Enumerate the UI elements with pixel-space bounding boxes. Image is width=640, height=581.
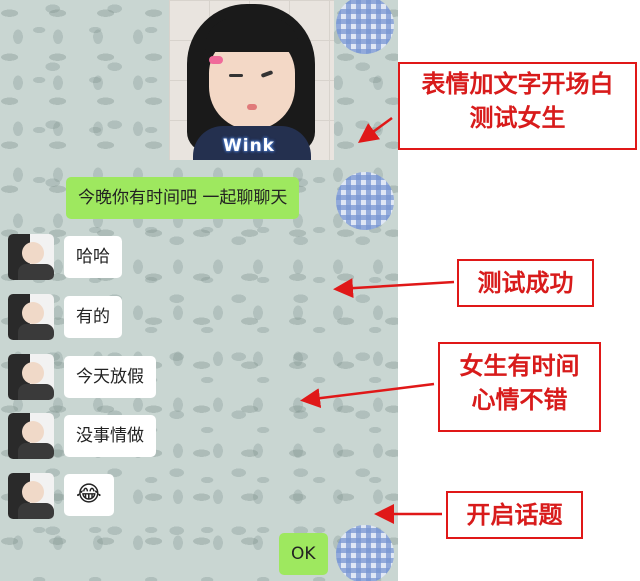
photo-mouth bbox=[247, 104, 257, 110]
annotation-text: 女生有时间 bbox=[459, 352, 580, 380]
received-message-bubble[interactable]: 今天放假 bbox=[64, 356, 156, 398]
sent-message-bubble[interactable]: OK bbox=[279, 533, 328, 575]
user-avatar[interactable] bbox=[336, 0, 394, 54]
annotation-text: 心情不错 bbox=[471, 385, 568, 414]
contact-avatar[interactable] bbox=[8, 473, 54, 519]
photo-caption: Wink bbox=[223, 136, 275, 156]
annotation-text: 测试女生 bbox=[469, 103, 566, 132]
contact-avatar[interactable] bbox=[8, 354, 54, 400]
annotation-text: 开启话题 bbox=[466, 501, 563, 529]
contact-avatar[interactable] bbox=[8, 413, 54, 459]
annotation-label-has-time: 女生有时间 心情不错 bbox=[438, 342, 601, 432]
photo-hair-clip bbox=[209, 56, 223, 64]
received-message-bubble[interactable]: 哈哈 bbox=[64, 236, 122, 278]
annotation-label-test-success: 测试成功 bbox=[457, 259, 594, 307]
received-message-bubble[interactable]: 没事情做 bbox=[64, 415, 156, 457]
received-message-bubble[interactable]: 有的 bbox=[64, 296, 122, 338]
annotation-label-start-topic: 开启话题 bbox=[446, 491, 583, 539]
chat-area[interactable]: Wink 今晚你有时间吧 一起聊聊天 哈哈 有的 今天放假 没事情做 😂 OK bbox=[0, 0, 398, 581]
contact-avatar[interactable] bbox=[8, 234, 54, 280]
user-avatar[interactable] bbox=[336, 172, 394, 230]
annotation-text: 测试成功 bbox=[477, 269, 574, 297]
sticker-image-message[interactable]: Wink bbox=[169, 0, 334, 160]
annotation-label-opener: 表情加文字开场白 测试女生 bbox=[398, 62, 637, 150]
photo-eye-left bbox=[229, 74, 243, 77]
annotation-text: 表情加文字开场白 bbox=[421, 70, 614, 98]
received-emoji-bubble[interactable]: 😂 bbox=[64, 474, 114, 516]
user-avatar[interactable] bbox=[336, 525, 394, 581]
contact-avatar[interactable] bbox=[8, 294, 54, 340]
photo-bangs bbox=[205, 18, 299, 52]
sent-message-bubble[interactable]: 今晚你有时间吧 一起聊聊天 bbox=[66, 177, 300, 219]
